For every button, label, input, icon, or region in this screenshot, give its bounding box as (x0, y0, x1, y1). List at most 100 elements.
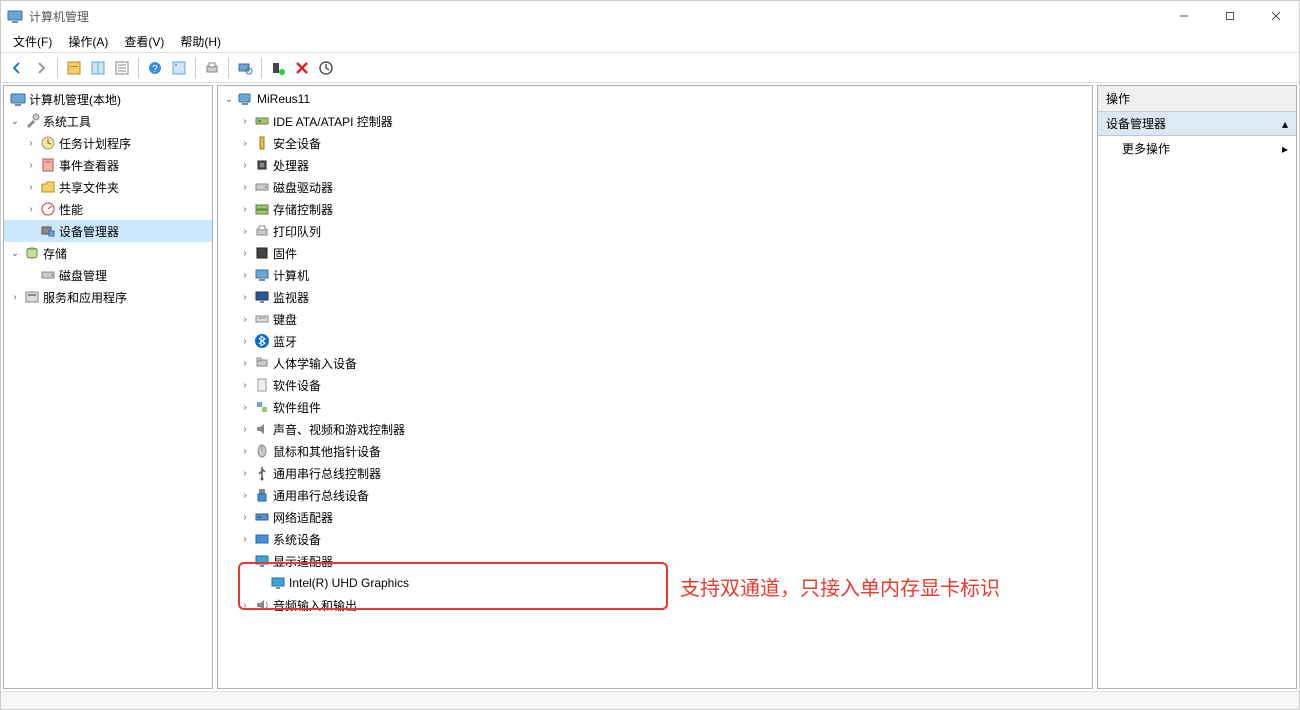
device-category[interactable]: ›通用串行总线设备 (218, 484, 1092, 506)
tree-item-event-viewer[interactable]: › 事件查看器 (4, 154, 212, 176)
tree-group-services-apps[interactable]: › 服务和应用程序 (4, 286, 212, 308)
device-category[interactable]: ›网络适配器 (218, 506, 1092, 528)
bluetooth-icon (254, 333, 270, 349)
chevron-right-icon[interactable]: › (24, 180, 38, 194)
chevron-right-icon[interactable]: › (238, 334, 252, 348)
chevron-right-icon[interactable]: › (238, 532, 252, 546)
chevron-right-icon[interactable]: › (238, 356, 252, 370)
device-category[interactable]: › 系统设备 (218, 528, 1092, 550)
chevron-down-icon[interactable]: ⌄ (222, 92, 236, 106)
tree-label: 存储控制器 (273, 201, 339, 218)
tree-label: 系统设备 (273, 531, 327, 548)
device-category[interactable]: ›音频输入和输出 (218, 594, 1092, 616)
console-tree[interactable]: 计算机管理(本地) ⌄ 系统工具 › 任务计划程序 › 事件查看器 (4, 86, 212, 310)
chevron-right-icon[interactable]: › (238, 598, 252, 612)
tree-item-device-manager[interactable]: 设备管理器 (4, 220, 212, 242)
chevron-right-icon[interactable]: › (238, 158, 252, 172)
properties-button[interactable] (111, 57, 133, 79)
tree-group-system-tools[interactable]: ⌄ 系统工具 (4, 110, 212, 132)
uninstall-device-button[interactable] (291, 57, 313, 79)
scan-hardware-button[interactable] (234, 57, 256, 79)
tree-item-disk-management[interactable]: 磁盘管理 (4, 264, 212, 286)
device-category[interactable]: ›打印队列 (218, 220, 1092, 242)
enable-device-button[interactable] (267, 57, 289, 79)
tree-label: 处理器 (273, 157, 315, 174)
chevron-right-icon[interactable]: › (238, 224, 252, 238)
maximize-button[interactable] (1207, 1, 1253, 31)
device-category[interactable]: ›固件 (218, 242, 1092, 264)
close-button[interactable] (1253, 1, 1299, 31)
tree-item-shared-folders[interactable]: › 共享文件夹 (4, 176, 212, 198)
chevron-right-icon[interactable]: › (238, 466, 252, 480)
actions-item-more[interactable]: 更多操作 ▸ (1098, 136, 1296, 161)
device-category[interactable]: ⌄显示适配器 (218, 550, 1092, 572)
device-category[interactable]: ›监视器 (218, 286, 1092, 308)
tree-item-task-scheduler[interactable]: › 任务计划程序 (4, 132, 212, 154)
chevron-right-icon[interactable]: › (24, 136, 38, 150)
tree-label: 系统工具 (43, 113, 97, 130)
device-item[interactable]: Intel(R) UHD Graphics (218, 572, 1092, 594)
device-category[interactable]: ›键盘 (218, 308, 1092, 330)
actions-item-label: 更多操作 (1122, 140, 1170, 157)
chevron-right-icon[interactable]: › (238, 378, 252, 392)
chevron-right-icon[interactable]: › (238, 268, 252, 282)
chevron-right-icon[interactable]: › (238, 510, 252, 524)
chevron-right-icon[interactable]: › (238, 180, 252, 194)
tree-item-performance[interactable]: › 性能 (4, 198, 212, 220)
chevron-right-icon[interactable]: › (238, 312, 252, 326)
menu-action[interactable]: 操作(A) (60, 31, 116, 52)
usb-icon (254, 465, 270, 481)
minimize-button[interactable] (1161, 1, 1207, 31)
tree-root[interactable]: 计算机管理(本地) (4, 88, 212, 110)
actions-section[interactable]: 设备管理器 ▴ (1098, 112, 1296, 136)
chevron-right-icon[interactable]: › (238, 290, 252, 304)
chevron-down-icon[interactable]: ⌄ (238, 554, 252, 568)
chevron-right-icon[interactable]: › (238, 246, 252, 260)
chevron-right-icon[interactable]: › (238, 136, 252, 150)
forward-button[interactable] (30, 57, 52, 79)
device-category[interactable]: ›磁盘驱动器 (218, 176, 1092, 198)
chevron-right-icon[interactable]: › (238, 202, 252, 216)
device-root[interactable]: ⌄MiReus11 (218, 88, 1092, 110)
chevron-right-icon[interactable]: › (238, 444, 252, 458)
chevron-right-icon[interactable]: › (24, 158, 38, 172)
view-options-button[interactable] (168, 57, 190, 79)
device-category[interactable]: ›声音、视频和游戏控制器 (218, 418, 1092, 440)
folder-share-icon (40, 179, 56, 195)
firmware-icon (254, 245, 270, 261)
tree-label: 存储 (43, 245, 73, 262)
device-tree[interactable]: ⌄MiReus11›IDE ATA/ATAPI 控制器›安全设备›处理器›磁盘驱… (218, 86, 1092, 618)
device-category[interactable]: ›软件设备 (218, 374, 1092, 396)
device-category[interactable]: › 存储控制器 (218, 198, 1092, 220)
tree-group-storage[interactable]: ⌄ 存储 (4, 242, 212, 264)
device-category[interactable]: ›蓝牙 (218, 330, 1092, 352)
chevron-down-icon[interactable]: ⌄ (8, 246, 22, 260)
device-category[interactable]: ›通用串行总线控制器 (218, 462, 1092, 484)
chevron-right-icon[interactable]: › (238, 400, 252, 414)
back-button[interactable] (6, 57, 28, 79)
menu-file[interactable]: 文件(F) (5, 31, 60, 52)
chevron-right-icon[interactable]: › (24, 202, 38, 216)
menu-help[interactable]: 帮助(H) (172, 31, 229, 52)
chevron-down-icon[interactable]: ⌄ (8, 114, 22, 128)
print-button[interactable] (201, 57, 223, 79)
chevron-right-icon[interactable]: › (238, 422, 252, 436)
device-category[interactable]: › 处理器 (218, 154, 1092, 176)
show-hide-tree-button[interactable] (63, 57, 85, 79)
device-category[interactable]: ›鼠标和其他指针设备 (218, 440, 1092, 462)
chevron-right-icon[interactable]: › (238, 114, 252, 128)
help-button[interactable]: ? (144, 57, 166, 79)
chevron-right-icon[interactable]: › (238, 488, 252, 502)
display-icon (254, 553, 270, 569)
chevron-right-icon[interactable]: › (8, 290, 22, 304)
device-category[interactable]: ›IDE ATA/ATAPI 控制器 (218, 110, 1092, 132)
update-driver-button[interactable] (315, 57, 337, 79)
menu-view[interactable]: 查看(V) (116, 31, 172, 52)
device-category[interactable]: ›计算机 (218, 264, 1092, 286)
titlebar: 计算机管理 (1, 1, 1299, 31)
hid-icon (254, 355, 270, 371)
view-split-button[interactable] (87, 57, 109, 79)
device-category[interactable]: ›软件组件 (218, 396, 1092, 418)
device-category[interactable]: ›人体学输入设备 (218, 352, 1092, 374)
device-category[interactable]: ›安全设备 (218, 132, 1092, 154)
